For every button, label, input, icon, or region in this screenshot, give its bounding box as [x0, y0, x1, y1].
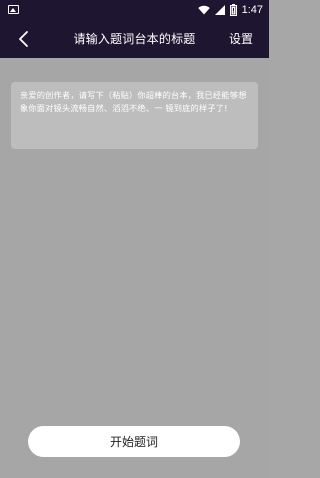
wifi-icon	[197, 5, 210, 15]
battery-icon	[229, 4, 237, 16]
script-input-hint[interactable]: 亲爱的创作者，请写下（粘贴）你超棒的台本，我已经能够想象你面对镜头流畅自然、滔滔…	[11, 82, 258, 149]
signal-icon	[214, 5, 225, 15]
status-bar: 1:47	[0, 0, 269, 20]
status-right: 1:47	[197, 2, 263, 18]
main-content[interactable]: 亲爱的创作者，请写下（粘贴）你超棒的台本，我已经能够想象你面对镜头流畅自然、滔滔…	[0, 58, 269, 478]
app-bar: 请输入题词台本的标题 设置	[0, 20, 269, 58]
status-time: 1:47	[241, 4, 263, 16]
image-icon	[8, 5, 19, 14]
start-prompting-button[interactable]: 开始题词	[28, 426, 240, 457]
settings-button[interactable]: 设置	[229, 30, 253, 47]
